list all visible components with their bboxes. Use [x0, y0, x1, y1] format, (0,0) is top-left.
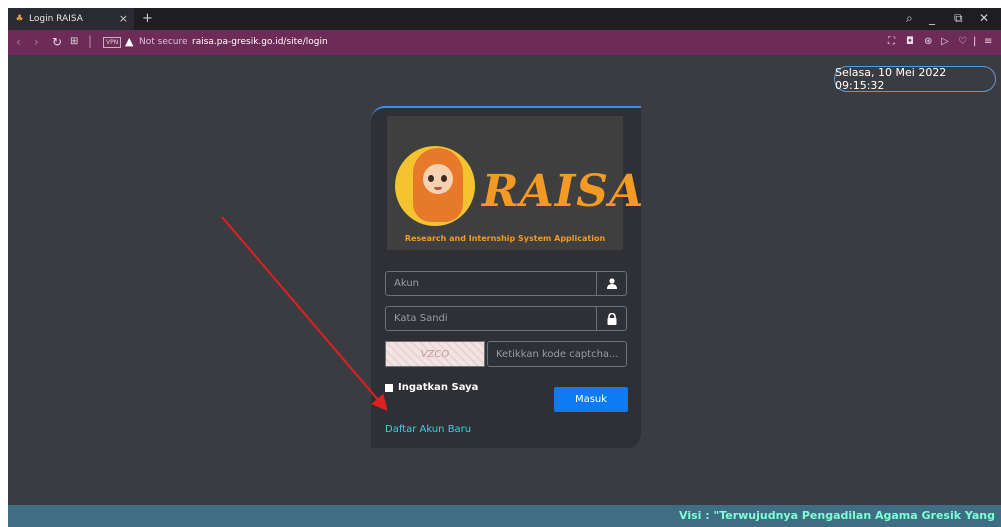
site-favicon-icon: ♣ — [15, 13, 24, 24]
login-page: Selasa, 10 Mei 2022 09:15:32 RAISA Resea… — [8, 55, 1001, 527]
vision-marquee: Visi : "Terwujudnya Pengadilan Agama Gre… — [679, 509, 995, 522]
password-field — [385, 306, 627, 331]
user-icon — [596, 272, 626, 295]
raisa-logo: RAISA Research and Internship System App… — [387, 116, 643, 250]
logo-subtitle: Research and Internship System Applicati… — [404, 234, 606, 243]
forward-icon[interactable]: › — [34, 35, 39, 49]
browser-window: ♣ Login RAISA × + ⌕ _ ⧉ ✕ ‹ › ↻ ⊞ | VPN … — [8, 8, 1001, 527]
footer-bar: Visi : "Terwujudnya Pengadilan Agama Gre… — [8, 505, 1001, 527]
address-bar: ‹ › ↻ ⊞ | VPN ▲ Not secure raisa.pa-gres… — [8, 30, 1001, 55]
remember-me-label: Ingatkan Saya — [398, 382, 479, 393]
separator-icon: | — [973, 36, 977, 47]
search-icon[interactable]: ⌕ — [906, 11, 913, 26]
close-window-icon[interactable]: ✕ — [979, 11, 989, 25]
tab-bar: ♣ Login RAISA × + ⌕ _ ⧉ ✕ — [8, 8, 1001, 30]
username-input[interactable] — [386, 272, 598, 295]
lock-icon — [596, 307, 626, 330]
back-icon[interactable]: ‹ — [16, 35, 21, 49]
separator-icon: | — [88, 34, 93, 48]
password-input[interactable] — [386, 307, 598, 330]
not-secure-label[interactable]: Not secure — [139, 37, 188, 47]
logo-title: RAISA — [482, 166, 645, 217]
captcha-row: VZCO — [385, 341, 627, 367]
tab-close-icon[interactable]: × — [119, 12, 128, 25]
new-tab-button[interactable]: + — [142, 11, 153, 26]
datetime-badge: Selasa, 10 Mei 2022 09:15:32 — [834, 66, 996, 92]
minimize-icon[interactable]: _ — [929, 11, 935, 25]
captcha-input[interactable] — [487, 341, 627, 367]
tab-title: Login RAISA — [29, 14, 83, 24]
mascot-icon — [395, 146, 475, 226]
play-icon[interactable]: ▷ — [941, 36, 949, 47]
login-button[interactable]: Masuk — [554, 387, 628, 412]
captcha-code: VZCO — [420, 348, 450, 360]
restore-icon[interactable]: ⧉ — [954, 11, 963, 26]
warning-icon: ▲ — [125, 35, 134, 48]
snapshot-icon[interactable]: ⛶ — [888, 36, 895, 47]
tabs-grid-icon[interactable]: ⊞ — [70, 36, 78, 47]
tab-login-raisa[interactable]: ♣ Login RAISA × — [8, 8, 134, 30]
remember-me-checkbox[interactable]: Ingatkan Saya — [385, 382, 478, 393]
camera-icon[interactable]: ◘ — [906, 36, 914, 47]
checkbox-icon[interactable] — [385, 383, 393, 392]
extension-icon[interactable]: ⊛ — [924, 36, 932, 47]
url-text[interactable]: raisa.pa-gresik.go.id/site/login — [192, 37, 328, 47]
heart-icon[interactable]: ♡ — [958, 36, 967, 47]
vpn-badge[interactable]: VPN — [103, 37, 122, 48]
captcha-image[interactable]: VZCO — [385, 341, 485, 367]
login-card: RAISA Research and Internship System App… — [371, 106, 643, 448]
register-link[interactable]: Daftar Akun Baru — [385, 424, 471, 435]
username-field — [385, 271, 627, 296]
reload-icon[interactable]: ↻ — [52, 35, 62, 49]
menu-icon[interactable]: ≡ — [984, 36, 992, 47]
